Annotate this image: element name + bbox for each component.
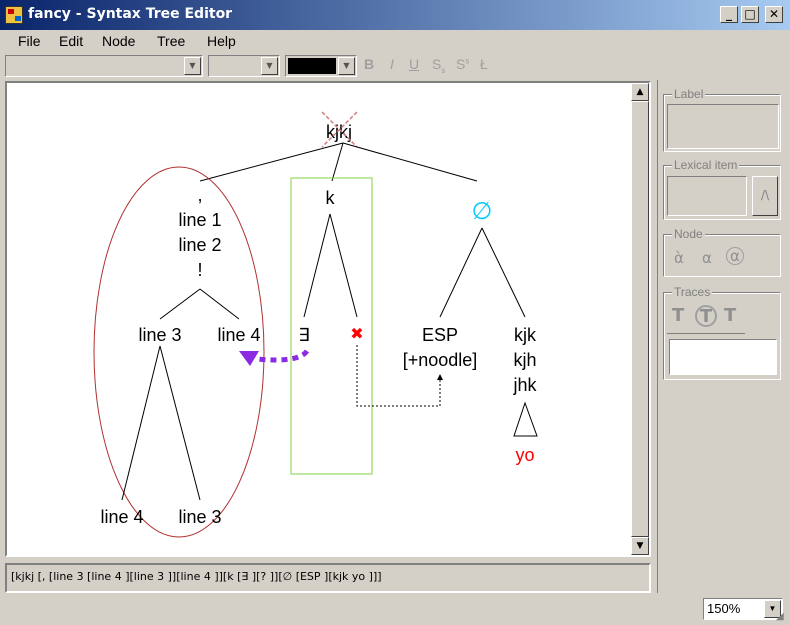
superscript-mark: s: [465, 56, 470, 66]
zoom-value: 150%: [707, 601, 741, 616]
alpha-subscript-icon[interactable]: α: [702, 249, 712, 267]
menu-tree[interactable]: Tree: [157, 33, 185, 49]
strikethrough-button[interactable]: Ł: [480, 56, 488, 72]
title-bar: fancy - Syntax Tree Editor _ □ ✕: [0, 0, 790, 30]
subscript-label: S: [432, 56, 442, 72]
label-group-title: Label: [672, 87, 706, 101]
triangle-icon: [513, 401, 538, 437]
edge: [199, 288, 240, 320]
scroll-up-button[interactable]: ▲: [631, 83, 649, 101]
status-bar: 150% ▼ ◢: [0, 595, 790, 625]
k-node[interactable]: k: [326, 188, 336, 208]
properties-panel: Label Lexical item /\ Node ὰ α α Traces …: [657, 80, 787, 593]
line3-node[interactable]: line 3: [138, 325, 181, 345]
tree-canvas[interactable]: kjkj , line 1 line 2 ! line 3 line 4 lin…: [5, 81, 651, 557]
menu-help[interactable]: Help: [207, 33, 236, 49]
alpha-circle-icon[interactable]: α: [726, 247, 744, 265]
leaf-line3[interactable]: line 3: [178, 507, 221, 527]
format-toolbar: ▼ ▼ ▼ B I U Ss Ss Ł: [0, 52, 790, 78]
label-input[interactable]: [667, 104, 779, 149]
node-group: Node ὰ α α: [663, 227, 781, 277]
color-combo[interactable]: ▼: [285, 55, 357, 77]
subscript-button[interactable]: Ss: [432, 56, 445, 75]
kjk-line[interactable]: jhk: [512, 375, 537, 395]
alpha-grave-icon[interactable]: ὰ: [674, 249, 684, 267]
edge: [439, 227, 483, 318]
traces-group-title: Traces: [672, 285, 713, 299]
leaf-line4[interactable]: line 4: [100, 507, 143, 527]
bracket-notation-field[interactable]: [kjkj [, [line 3 [line 4 ][line 3 ]][lin…: [5, 563, 651, 593]
menu-node[interactable]: Node: [102, 33, 135, 49]
node-group-title: Node: [672, 227, 705, 241]
left-node-line[interactable]: line 1: [178, 210, 221, 230]
traces-divider: [667, 333, 745, 334]
resize-grip-icon[interactable]: ◢: [776, 611, 788, 623]
chevron-down-icon[interactable]: ▼: [184, 57, 201, 75]
superscript-button[interactable]: Ss: [456, 56, 469, 72]
kjk-line[interactable]: kjk: [514, 325, 537, 345]
tree-diagram: kjkj , line 1 line 2 ! line 3 line 4 lin…: [93, 111, 538, 538]
vertical-scrollbar[interactable]: ▲ ▼: [631, 83, 649, 555]
chevron-down-icon[interactable]: ▼: [261, 57, 278, 75]
traces-input[interactable]: [669, 339, 777, 375]
window-title: fancy - Syntax Tree Editor: [28, 6, 233, 22]
lexical-group-title: Lexical item: [672, 158, 740, 172]
esp-node[interactable]: ESP: [422, 325, 458, 345]
kjk-line[interactable]: kjh: [513, 350, 536, 370]
traces-group: Traces T T T: [663, 285, 781, 380]
triangle-toggle-button[interactable]: /\: [752, 176, 778, 216]
arrowhead-icon: [239, 351, 259, 366]
edge: [199, 142, 344, 182]
trace-icon[interactable]: T: [724, 305, 736, 326]
scroll-down-button[interactable]: ▼: [631, 537, 649, 555]
size-combo[interactable]: ▼: [208, 55, 280, 77]
edge: [159, 288, 201, 320]
menu-file[interactable]: File: [18, 33, 41, 49]
edge: [121, 345, 161, 501]
edge: [481, 227, 526, 318]
underline-button[interactable]: U: [409, 56, 419, 72]
menu-bar: File Edit Node Tree Help: [0, 30, 790, 52]
maximize-button[interactable]: □: [741, 6, 759, 23]
subscript-mark: s: [441, 65, 446, 75]
trace-circle-icon[interactable]: T: [695, 305, 717, 327]
cross-node[interactable]: ✖: [350, 326, 363, 343]
bold-button[interactable]: B: [364, 56, 374, 72]
lexical-item-group: Lexical item /\: [663, 158, 781, 220]
trace-icon[interactable]: T: [672, 305, 684, 326]
left-node-line[interactable]: line 2: [178, 235, 221, 255]
lexical-item-input[interactable]: [667, 176, 747, 216]
color-swatch: [288, 58, 336, 74]
font-combo[interactable]: ▼: [5, 55, 203, 77]
close-button[interactable]: ✕: [765, 6, 783, 23]
edge: [303, 213, 331, 318]
edge: [329, 213, 358, 318]
empty-set-node[interactable]: ∅: [472, 198, 493, 225]
left-node-line[interactable]: !: [197, 260, 202, 280]
edge: [342, 142, 478, 182]
zoom-combo[interactable]: 150% ▼: [703, 598, 783, 620]
esp-feature[interactable]: [+noodle]: [403, 350, 478, 370]
app-icon: [5, 6, 23, 24]
edge: [159, 345, 201, 501]
yo-leaf[interactable]: yo: [515, 445, 534, 465]
edge: [331, 142, 344, 182]
scroll-thumb[interactable]: [631, 101, 649, 537]
minimize-button[interactable]: _: [720, 6, 738, 23]
menu-edit[interactable]: Edit: [59, 33, 83, 49]
left-node-line[interactable]: ,: [197, 185, 202, 205]
italic-button[interactable]: I: [390, 56, 394, 72]
chevron-down-icon[interactable]: ▼: [338, 57, 355, 75]
line4-node[interactable]: line 4: [217, 325, 260, 345]
label-group: Label: [663, 87, 781, 152]
exists-node[interactable]: ∃: [298, 325, 309, 345]
superscript-label: S: [456, 56, 466, 72]
